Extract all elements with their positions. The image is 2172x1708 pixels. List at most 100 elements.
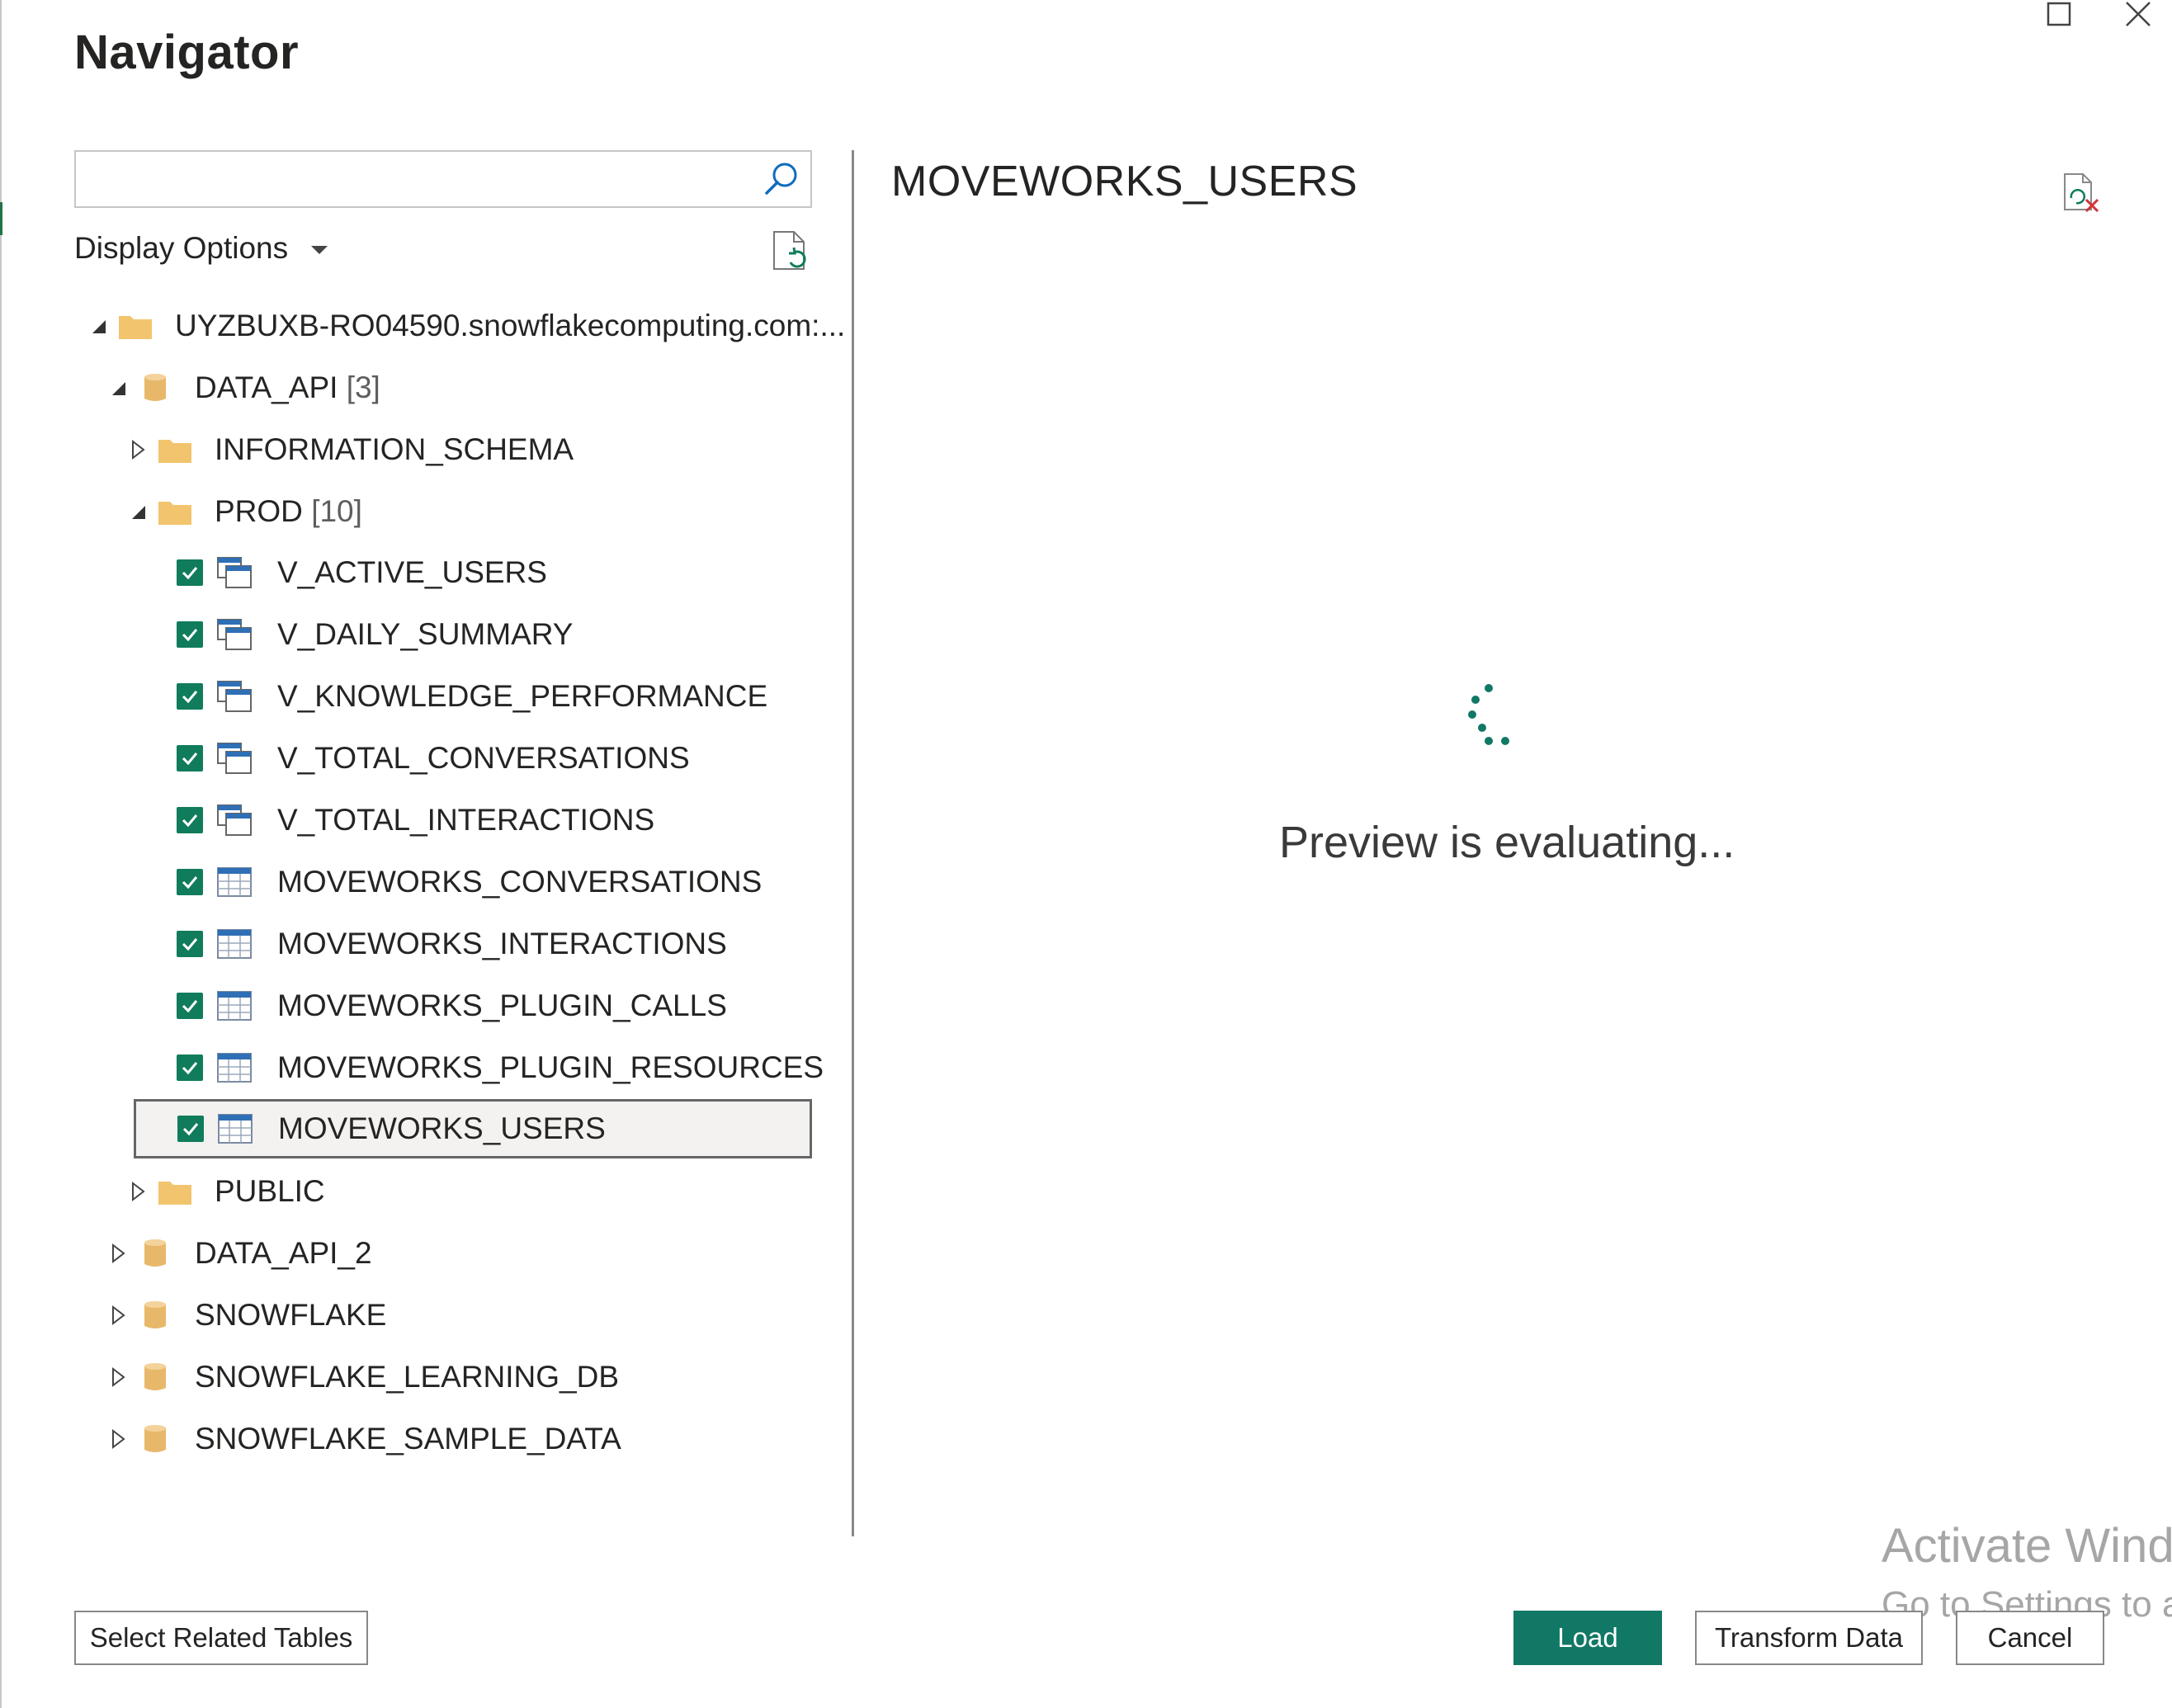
- database-icon: [137, 1237, 173, 1270]
- table-icon: [217, 1112, 253, 1145]
- checkbox-checked[interactable]: [177, 621, 203, 648]
- tree-item-table-selected[interactable]: MOVEWORKS_USERS: [134, 1099, 812, 1158]
- tree-node-label: DATA_API: [195, 370, 338, 404]
- tree-node-schema[interactable]: PUBLIC: [79, 1164, 812, 1219]
- folder-icon: [157, 495, 193, 528]
- loading-spinner: [1464, 682, 1513, 748]
- chevron-down-icon: [311, 246, 328, 254]
- tree-node-label: SNOWFLAKE: [195, 1298, 387, 1332]
- preview-title: MOVEWORKS_USERS: [891, 158, 1358, 205]
- tree-item-label: MOVEWORKS_PLUGIN_CALLS: [277, 988, 727, 1022]
- view-icon: [216, 680, 253, 713]
- checkbox-checked[interactable]: [177, 869, 203, 895]
- tree-node-label: SNOWFLAKE_SAMPLE_DATA: [195, 1422, 621, 1456]
- item-count: [3]: [346, 370, 380, 404]
- expand-icon[interactable]: [106, 1427, 130, 1451]
- dialog-title: Navigator: [74, 26, 300, 79]
- collapse-icon[interactable]: [86, 314, 111, 338]
- close-icon: [2126, 2, 2151, 26]
- display-options-label: Display Options: [74, 231, 289, 265]
- display-options-dropdown[interactable]: Display Options: [74, 231, 328, 266]
- preview-status-text: Preview is evaluating...: [1279, 818, 1735, 867]
- tree-item-table[interactable]: MOVEWORKS_PLUGIN_RESOURCES: [79, 1040, 824, 1095]
- maximize-button[interactable]: [2038, 0, 2080, 35]
- search-icon[interactable]: [761, 158, 802, 200]
- tree-node-label: SNOWFLAKE_LEARNING_DB: [195, 1360, 620, 1394]
- tree-node-database[interactable]: SNOWFLAKE_SAMPLE_DATA: [79, 1412, 812, 1466]
- search-input[interactable]: [87, 152, 767, 205]
- tree-item-view[interactable]: V_TOTAL_INTERACTIONS: [79, 793, 812, 847]
- expand-icon[interactable]: [106, 1365, 130, 1390]
- checkbox-checked[interactable]: [177, 1055, 203, 1081]
- collapse-icon[interactable]: [125, 499, 150, 524]
- database-icon: [137, 1299, 173, 1332]
- tree-item-label: V_TOTAL_CONVERSATIONS: [277, 741, 690, 775]
- search-box[interactable]: [74, 150, 812, 208]
- tree-node-schema[interactable]: INFORMATION_SCHEMA: [79, 422, 812, 477]
- preview-options-button[interactable]: [2060, 172, 2101, 215]
- tree-node-label: UYZBUXB-RO04590.snowflakecomputing.com:.…: [175, 309, 846, 342]
- tree-item-label: MOVEWORKS_INTERACTIONS: [277, 927, 727, 960]
- tree-item-label: MOVEWORKS_USERS: [278, 1111, 606, 1145]
- pane-splitter[interactable]: [852, 150, 854, 1536]
- view-icon: [216, 742, 253, 775]
- tree-node-label: PUBLIC: [215, 1174, 325, 1208]
- folder-icon: [157, 1175, 193, 1208]
- maximize-icon: [2047, 2, 2071, 26]
- database-icon: [137, 1423, 173, 1456]
- load-button[interactable]: Load: [1513, 1611, 1662, 1665]
- folder-icon: [117, 309, 153, 342]
- select-related-tables-button[interactable]: Select Related Tables: [74, 1611, 368, 1665]
- database-icon: [137, 1361, 173, 1394]
- collapse-icon[interactable]: [106, 375, 130, 400]
- tree-node-schema[interactable]: PROD [10]: [79, 484, 812, 539]
- table-icon: [216, 866, 253, 899]
- table-icon: [216, 927, 253, 960]
- table-icon: [216, 989, 253, 1022]
- view-icon: [216, 804, 253, 837]
- transform-data-button[interactable]: Transform Data: [1695, 1611, 1923, 1665]
- table-icon: [216, 1051, 253, 1084]
- tree-node-label: DATA_API_2: [195, 1236, 372, 1270]
- tree-item-view[interactable]: V_KNOWLEDGE_PERFORMANCE: [79, 669, 812, 724]
- tree-item-label: V_ACTIVE_USERS: [277, 555, 547, 589]
- checkbox-checked[interactable]: [177, 931, 203, 957]
- cancel-button[interactable]: Cancel: [1956, 1611, 2104, 1665]
- tree-item-label: V_TOTAL_INTERACTIONS: [277, 803, 655, 837]
- tree-item-label: V_KNOWLEDGE_PERFORMANCE: [277, 679, 768, 713]
- view-icon: [216, 556, 253, 589]
- checkbox-checked[interactable]: [177, 993, 203, 1019]
- file-refresh-error-icon: [2064, 173, 2099, 213]
- tree-node-database[interactable]: SNOWFLAKE_LEARNING_DB: [79, 1350, 812, 1404]
- tree-item-table[interactable]: MOVEWORKS_CONVERSATIONS: [79, 855, 812, 909]
- tree-node-server[interactable]: UYZBUXB-RO04590.snowflakecomputing.com:.…: [79, 299, 845, 353]
- tree-item-table[interactable]: MOVEWORKS_PLUGIN_CALLS: [79, 979, 812, 1033]
- tree-item-table[interactable]: MOVEWORKS_INTERACTIONS: [79, 917, 812, 971]
- expand-icon[interactable]: [106, 1241, 130, 1266]
- refresh-file-icon: [773, 231, 806, 270]
- checkbox-checked[interactable]: [177, 683, 203, 710]
- expand-icon[interactable]: [125, 1179, 150, 1204]
- window-border: [0, 0, 2, 1708]
- expand-icon[interactable]: [106, 1303, 130, 1328]
- item-count: [10]: [311, 494, 362, 528]
- expand-icon[interactable]: [125, 437, 150, 462]
- folder-icon: [157, 433, 193, 466]
- tree-node-database[interactable]: DATA_API [3]: [79, 361, 812, 415]
- checkbox-checked[interactable]: [177, 559, 203, 586]
- tree-item-view[interactable]: V_TOTAL_CONVERSATIONS: [79, 731, 812, 786]
- checkbox-checked[interactable]: [177, 807, 203, 833]
- checkbox-checked[interactable]: [177, 1116, 204, 1142]
- refresh-button[interactable]: [769, 229, 810, 272]
- tree-item-label: MOVEWORKS_CONVERSATIONS: [277, 865, 763, 899]
- tree-item-view[interactable]: V_ACTIVE_USERS: [79, 545, 812, 600]
- database-icon: [137, 371, 173, 404]
- tree-node-label: INFORMATION_SCHEMA: [215, 432, 574, 466]
- tree-item-view[interactable]: V_DAILY_SUMMARY: [79, 607, 812, 662]
- view-icon: [216, 618, 253, 651]
- checkbox-checked[interactable]: [177, 745, 203, 771]
- tree-node-label: PROD: [215, 494, 303, 528]
- tree-node-database[interactable]: DATA_API_2: [79, 1226, 812, 1281]
- tree-node-database[interactable]: SNOWFLAKE: [79, 1288, 812, 1342]
- close-button[interactable]: [2118, 0, 2159, 35]
